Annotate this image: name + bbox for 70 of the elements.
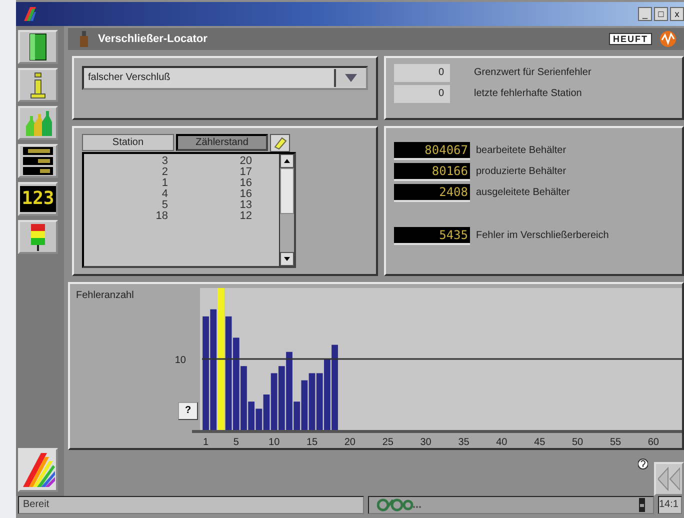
brand-logo: HEUFT (609, 32, 652, 45)
status-time: 14:1 (658, 496, 682, 514)
wave-logo-icon (660, 30, 676, 47)
table-cell-text: 18 (154, 210, 168, 222)
window-control-button[interactable]: □ (654, 6, 668, 21)
axis-tick-label: 10 (174, 354, 186, 366)
table-cell-text: 17 (238, 166, 252, 178)
scroll-down-icon (284, 256, 290, 261)
scroll-thumb[interactable] (280, 168, 294, 214)
table-cell-text: 5 (160, 200, 168, 211)
toolbar-button[interactable]: 123 (18, 182, 58, 216)
led-counter: 5435 (394, 226, 470, 245)
counter-label: Fehler im Verschließerbereich (476, 230, 609, 242)
table-cell-text: 3 (160, 156, 168, 167)
table-cell-text: 4 (160, 188, 168, 200)
counter-label: bearbeitete Behälter (476, 145, 566, 156)
table-cell-text: 20 (238, 156, 252, 167)
eraser-button[interactable] (270, 134, 290, 152)
displays-icon (22, 146, 54, 176)
toolbar-button[interactable] (18, 144, 58, 178)
axis-tick-label: 1 (203, 436, 209, 448)
axis-tick-label: 60 (648, 436, 659, 448)
table-cell-text: 12 (238, 210, 252, 222)
scrollbar[interactable] (279, 154, 294, 266)
led-counter: 804067 (394, 142, 470, 160)
field-label: Grenzwert für Serienfehler (474, 67, 592, 78)
status-text: Bereit (18, 496, 364, 514)
axis-tick-label: 5 (233, 436, 239, 448)
axis-tick-label: 40 (496, 436, 508, 448)
axis-tick-label: 35 (458, 436, 470, 448)
table-cell-text: 13 (238, 200, 252, 211)
counter-label: ausgeleitete Behälter (476, 187, 570, 198)
led-counter: 2408 (394, 184, 470, 202)
axis-tick-label: 20 (344, 436, 356, 448)
link-icon (377, 498, 421, 512)
axis-tick-label: 25 (382, 436, 394, 448)
fault-dropdown[interactable]: falscher Verschluß (82, 66, 368, 90)
axis-tick-label: 50 (572, 436, 584, 448)
dropdown-arrow-icon (345, 74, 357, 82)
field-label: letzte fehlerhafte Station (474, 88, 582, 100)
eraser-icon (273, 136, 287, 150)
value-field: 0 (394, 64, 450, 82)
rainbow-logo-icon (21, 452, 55, 487)
column-tab[interactable]: Station (82, 134, 174, 152)
series-label: Fehleranzahl (76, 290, 134, 301)
axis-tick-label: 10 (268, 436, 280, 448)
axis-tick-label: 15 (306, 436, 318, 448)
column-tab[interactable]: Zählerstand (176, 134, 268, 152)
axis-tick-label: 55 (610, 436, 622, 448)
question-icon (638, 458, 648, 470)
rewind-icon (658, 466, 680, 492)
rainbow-logo-icon (22, 6, 36, 21)
led-counter: 80166 (394, 162, 470, 181)
table-cell-text: 1 (160, 178, 168, 189)
window-control-button[interactable]: _ (638, 6, 652, 21)
help-button[interactable]: ? (178, 402, 198, 420)
counter-label: produzierte Behälter (476, 166, 566, 178)
window-control-button[interactable]: x (670, 6, 684, 21)
toolbar-button[interactable] (18, 30, 58, 64)
axis-tick-label: 45 (534, 436, 546, 448)
table-cell-text: 16 (238, 188, 252, 200)
scroll-up-icon (284, 158, 290, 163)
dropdown-value: falscher Verschluß (87, 72, 172, 84)
logo-button[interactable] (18, 448, 58, 492)
value-field: 0 (394, 84, 450, 103)
table-cell-text: 16 (238, 178, 252, 189)
axis-tick-label: 30 (420, 436, 432, 448)
help-button[interactable] (636, 456, 650, 472)
window-title: Verschließer-Locator (98, 32, 208, 45)
table-cell-text: 2 (160, 166, 168, 178)
